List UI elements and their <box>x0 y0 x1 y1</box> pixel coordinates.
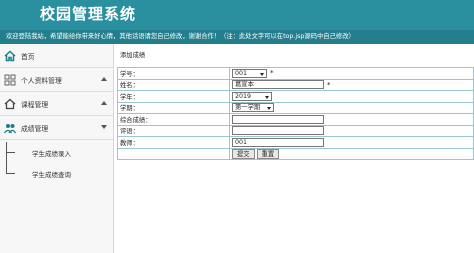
name-input[interactable]: 葛宣本 <box>232 80 324 90</box>
sidebar-item-label: 课程管理 <box>21 101 49 109</box>
app-header: 校园管理系统 <box>0 0 474 30</box>
chevron-down-icon <box>260 72 264 76</box>
form-row: 学期： 第一学期 <box>117 101 474 114</box>
sidebar-subitem-grade-entry[interactable]: 学生成绩录入 <box>0 142 113 163</box>
empty-cell <box>117 147 230 160</box>
tree-branch <box>7 173 15 174</box>
sidebar-item-grades[interactable]: 成绩管理 <box>0 116 113 140</box>
teacher-label: 教师： <box>117 136 230 149</box>
year-label: 学年： <box>117 90 230 103</box>
form-row: 评语： <box>117 124 474 137</box>
users-icon <box>3 122 17 134</box>
form-cell <box>229 113 474 126</box>
form-row: 学号： 001 * <box>117 67 474 80</box>
chevron-down-icon <box>267 107 271 111</box>
form-cell: 001 * <box>229 67 474 80</box>
sidebar-subitem-grade-query[interactable]: 学生成绩查询 <box>0 163 113 184</box>
form-cell: 2019 <box>229 90 474 103</box>
reset-button[interactable]: 重置 <box>256 148 280 159</box>
form-cell <box>229 124 474 137</box>
grid-icon <box>4 74 16 86</box>
form-row: 提交 重置 <box>117 147 474 160</box>
submit-button[interactable]: 提交 <box>232 148 255 159</box>
semester-select[interactable]: 第一学期 <box>232 103 274 113</box>
sidebar-subitem-label: 学生成绩查询 <box>32 171 71 179</box>
required-mark: * <box>270 69 274 78</box>
chevron-up-icon <box>101 101 107 105</box>
chevron-up-icon <box>101 77 107 81</box>
sidebar-subitem-label: 学生成绩录入 <box>32 150 71 158</box>
form-cell: 葛宣本 * <box>229 78 474 91</box>
tree-branch <box>7 152 15 153</box>
semester-label: 学期： <box>117 101 230 114</box>
form-row: 姓名： 葛宣本 * <box>117 78 474 91</box>
form-row: 教师： 001 <box>117 136 474 149</box>
home-icon <box>4 50 16 62</box>
score-label: 综合成绩： <box>117 113 230 126</box>
year-select[interactable]: 2019 <box>232 91 272 101</box>
sidebar-item-label: 成绩管理 <box>21 125 49 133</box>
grade-form: 学号： 001 * 姓名： 葛宣本 * 学年： 2019 学期： 第一学期 综合成绩… <box>117 67 474 160</box>
sidebar: 首页 个人资料管理 课程管理 成绩管理 学生成绩录入 学生成绩查询 <box>0 44 114 253</box>
form-cell: 提交 重置 <box>229 147 474 160</box>
form-row: 学年： 2019 <box>117 90 474 103</box>
comment-input[interactable] <box>232 126 324 136</box>
sidebar-item-label: 个人资料管理 <box>21 77 62 85</box>
app-title: 校园管理系统 <box>40 5 137 23</box>
comment-label: 评语： <box>117 124 230 137</box>
student-id-label: 学号： <box>117 67 230 80</box>
form-row: 综合成绩： <box>117 113 474 126</box>
sidebar-item-label: 首页 <box>21 53 35 61</box>
form-title: 添加成绩 <box>120 52 146 59</box>
notice-bar: 欢迎登陆我站，希望能给你带来好心情，其他话语请您自己修改，谢谢合作！（注：此处文… <box>0 30 474 44</box>
sidebar-item-courses[interactable]: 课程管理 <box>0 92 113 116</box>
sidebar-item-home[interactable]: 首页 <box>0 44 113 68</box>
teacher-input[interactable]: 001 <box>232 137 324 147</box>
required-mark: * <box>327 80 331 89</box>
sidebar-item-profile[interactable]: 个人资料管理 <box>0 68 113 92</box>
form-cell: 第一学期 <box>229 101 474 114</box>
form-cell: 001 <box>229 136 474 149</box>
chevron-down-icon <box>101 125 107 129</box>
home-icon <box>4 98 16 110</box>
name-label: 姓名： <box>117 78 230 91</box>
chevron-down-icon <box>265 95 269 99</box>
main-content: 添加成绩 学号： 001 * 姓名： 葛宣本 * 学年： 2019 学期： 第一学期 <box>117 44 474 253</box>
score-input[interactable] <box>232 114 324 124</box>
student-id-select[interactable]: 001 <box>232 68 267 78</box>
